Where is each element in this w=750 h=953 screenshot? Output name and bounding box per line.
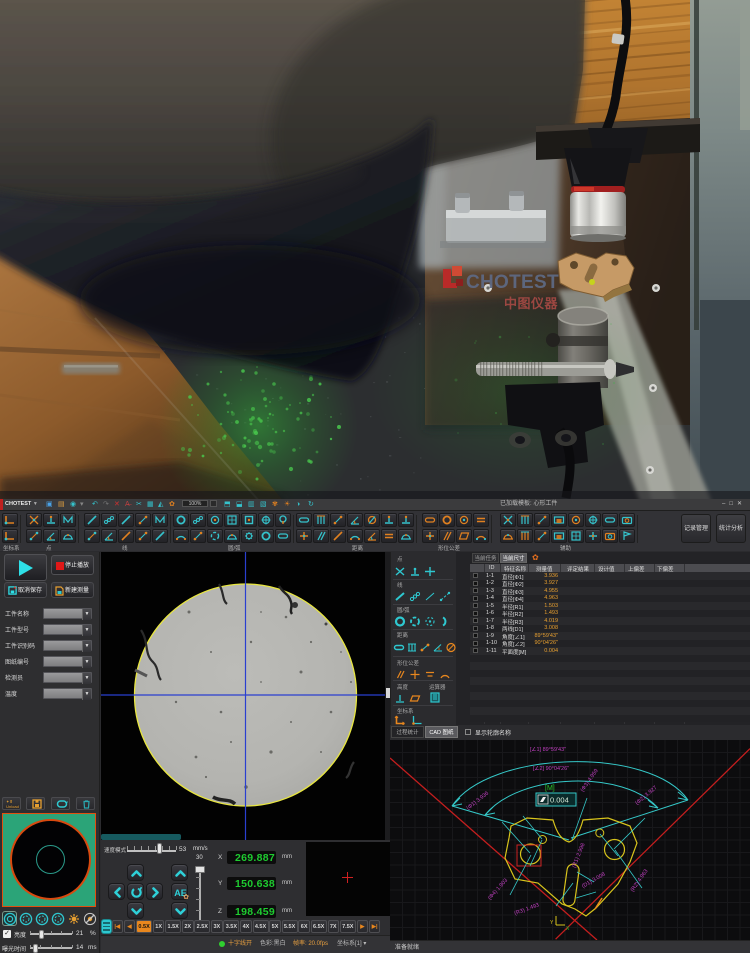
svg-text:X: X	[566, 926, 570, 932]
svg-text:[∠1] 89°59'43": [∠1] 89°59'43"	[530, 746, 566, 753]
svg-text:CHOTEST: CHOTEST	[466, 272, 559, 293]
svg-text:中图仪器: 中图仪器	[504, 296, 559, 311]
svg-text:0: 0	[438, 646, 441, 651]
svg-text:(Φ2) 3.927: (Φ2) 3.927	[634, 785, 658, 807]
svg-text:[M]: [M]	[545, 785, 555, 792]
svg-text:[∠2] 90°04'26": [∠2] 90°04'26"	[533, 765, 569, 772]
svg-text:0.004: 0.004	[550, 796, 569, 805]
svg-text:Y: Y	[550, 920, 554, 926]
